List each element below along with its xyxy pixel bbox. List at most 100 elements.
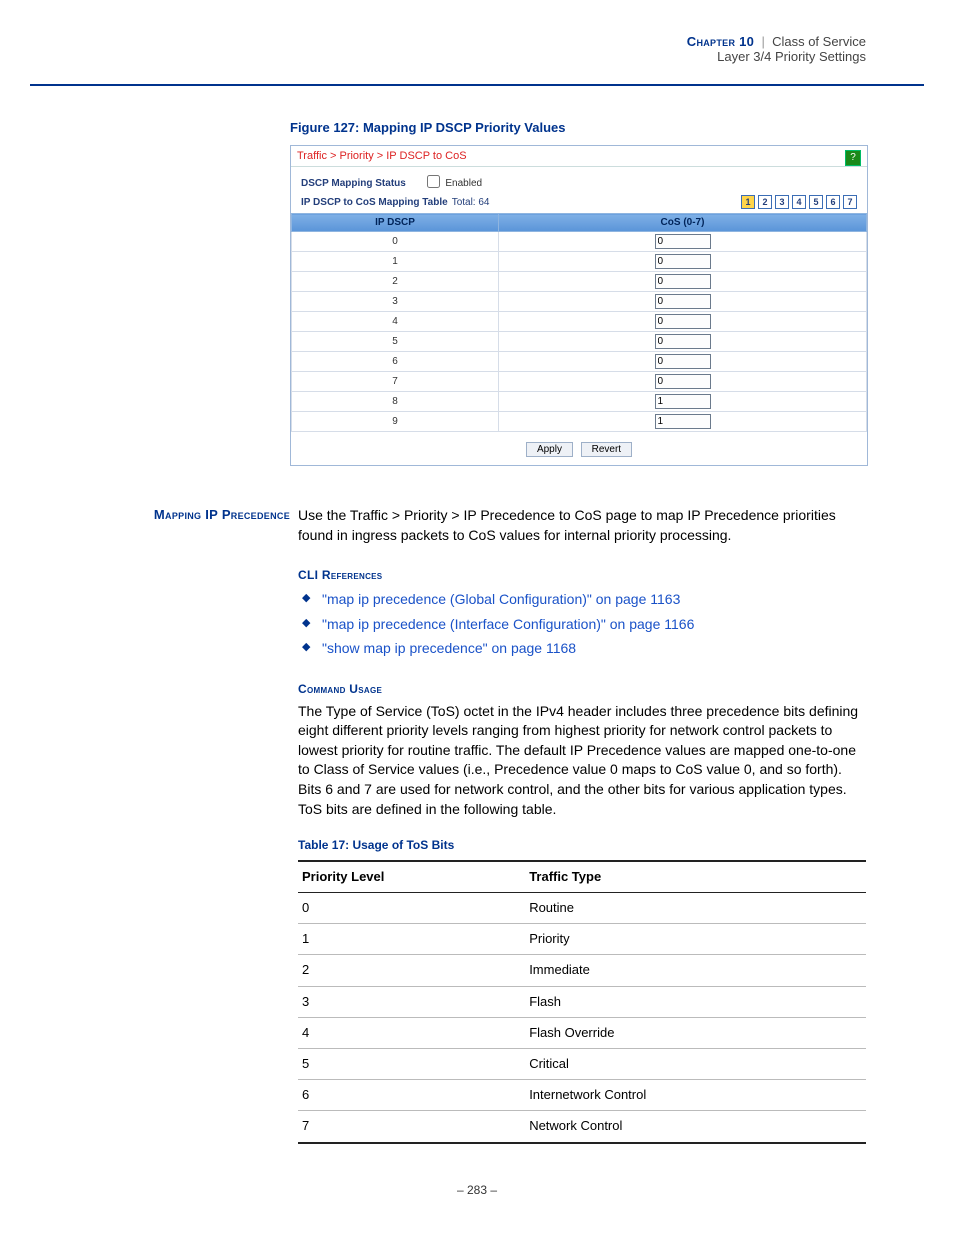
cos-input[interactable] [655,294,711,309]
cli-reference-link[interactable]: "map ip precedence (Global Configuration… [322,591,680,607]
page-box-6[interactable]: 6 [826,195,840,209]
help-icon[interactable]: ? [845,150,861,166]
page-number: – 283 – [0,1183,954,1197]
breadcrumb: Traffic > Priority > IP DSCP to CoS ? [291,146,867,167]
table-row: 6 [292,352,867,372]
dscp-mapping-table: IP DSCP CoS (0-7) 0123456789 [291,213,867,432]
table-row: 1 [292,252,867,272]
table-row: 0Routine [298,893,866,924]
dscp-cell: 7 [292,372,499,392]
col-cos: CoS (0-7) [499,214,867,232]
cos-input[interactable] [655,374,711,389]
enabled-label: Enabled [445,178,482,189]
section-intro: Use the Traffic > Priority > IP Preceden… [298,506,866,545]
cos-cell [499,372,867,392]
list-item: "map ip precedence (Interface Configurat… [298,615,866,635]
page-box-5[interactable]: 5 [809,195,823,209]
table-row: 7 [292,372,867,392]
cos-input[interactable] [655,354,711,369]
screenshot-panel: Traffic > Priority > IP DSCP to CoS ? DS… [290,145,868,466]
table-caption: Table 17: Usage of ToS Bits [298,837,866,854]
cli-reference-link[interactable]: "show map ip precedence" on page 1168 [322,640,576,656]
priority-cell: 7 [298,1111,525,1143]
chapter-title: Class of Service [772,34,866,49]
section-heading: Mapping IP Precedence [90,506,298,1144]
figure-caption: Figure 127: Mapping IP DSCP Priority Val… [290,120,866,135]
cos-cell [499,292,867,312]
page-box-4[interactable]: 4 [792,195,806,209]
cos-input[interactable] [655,274,711,289]
breadcrumb-text: Traffic > Priority > IP DSCP to CoS [297,150,467,162]
cos-cell [499,312,867,332]
table-row: 5Critical [298,1049,866,1080]
command-usage-body: The Type of Service (ToS) octet in the I… [298,702,866,820]
cos-cell [499,392,867,412]
chapter-label: Chapter 10 [687,34,754,49]
tos-table: Priority Level Traffic Type 0Routine1Pri… [298,860,866,1144]
tos-col-priority: Priority Level [298,861,525,893]
table-row: 4Flash Override [298,1017,866,1048]
dscp-cell: 6 [292,352,499,372]
cos-cell [499,272,867,292]
page-box-2[interactable]: 2 [758,195,772,209]
priority-cell: 5 [298,1049,525,1080]
command-usage-heading: Command Usage [298,681,866,698]
dscp-cell: 2 [292,272,499,292]
cos-input[interactable] [655,394,711,409]
page-box-7[interactable]: 7 [843,195,857,209]
list-item: "show map ip precedence" on page 1168 [298,639,866,659]
traffic-cell: Immediate [525,955,866,986]
priority-cell: 1 [298,924,525,955]
table-row: 2 [292,272,867,292]
priority-cell: 4 [298,1017,525,1048]
cos-input[interactable] [655,334,711,349]
header-rule [30,84,924,86]
cli-list: "map ip precedence (Global Configuration… [298,590,866,659]
cli-references-heading: CLI References [298,567,866,584]
status-label: DSCP Mapping Status [301,178,406,189]
traffic-cell: Flash [525,986,866,1017]
enabled-checkbox[interactable] [427,175,440,188]
cos-cell [499,412,867,432]
cos-cell [499,252,867,272]
priority-cell: 6 [298,1080,525,1111]
cos-cell [499,352,867,372]
traffic-cell: Internetwork Control [525,1080,866,1111]
mapping-table-title: IP DSCP to CoS Mapping Table [301,197,448,208]
table-row: 3 [292,292,867,312]
page-box-3[interactable]: 3 [775,195,789,209]
dscp-cell: 5 [292,332,499,352]
table-row: 6Internetwork Control [298,1080,866,1111]
table-row: 8 [292,392,867,412]
priority-cell: 3 [298,986,525,1017]
col-ip-dscp: IP DSCP [292,214,499,232]
traffic-cell: Priority [525,924,866,955]
cos-cell [499,232,867,252]
table-row: 7Network Control [298,1111,866,1143]
table-row: 3Flash [298,986,866,1017]
page-box-1[interactable]: 1 [741,195,755,209]
cos-input[interactable] [655,414,711,429]
dscp-cell: 3 [292,292,499,312]
priority-cell: 0 [298,893,525,924]
traffic-cell: Critical [525,1049,866,1080]
cli-reference-link[interactable]: "map ip precedence (Interface Configurat… [322,616,694,632]
revert-button[interactable]: Revert [581,442,632,457]
cos-cell [499,332,867,352]
dscp-cell: 4 [292,312,499,332]
button-row: Apply Revert [291,432,867,465]
cos-input[interactable] [655,234,711,249]
page-header: Chapter 10 | Class of Service Layer 3/4 … [687,34,866,64]
traffic-cell: Routine [525,893,866,924]
mapping-table-title-row: IP DSCP to CoS Mapping Table Total: 64 1… [291,191,867,213]
table-row: 5 [292,332,867,352]
table-row: 4 [292,312,867,332]
cos-input[interactable] [655,254,711,269]
cos-input[interactable] [655,314,711,329]
dscp-cell: 9 [292,412,499,432]
traffic-cell: Flash Override [525,1017,866,1048]
paginator: 1234567 [741,195,857,209]
separator: | [758,34,769,49]
apply-button[interactable]: Apply [526,442,573,457]
table-row: 2Immediate [298,955,866,986]
